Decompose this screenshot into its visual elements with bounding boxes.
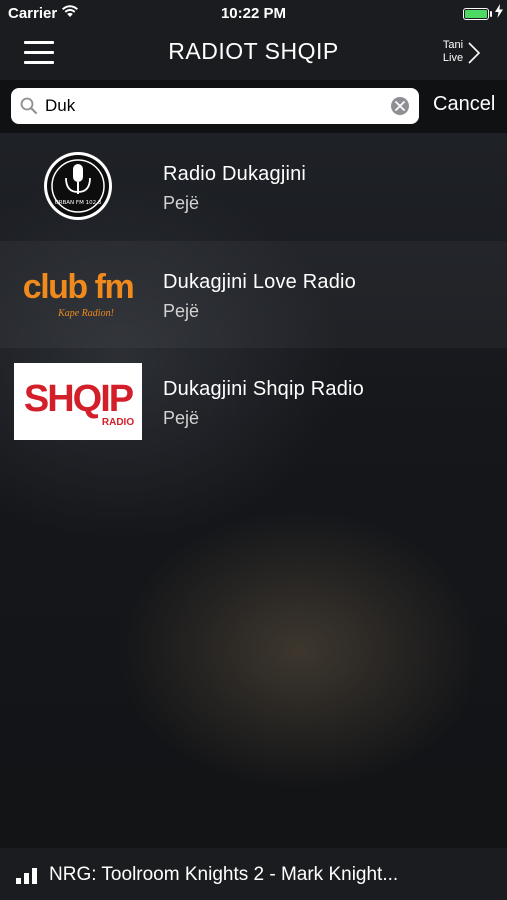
now-playing-text: NRG: Toolroom Knights 2 - Mark Knight... xyxy=(49,864,399,885)
charging-bolt-icon xyxy=(495,4,503,21)
station-row-dukagjini-love-radio[interactable]: club fm Kape Radion! Dukagjini Love Radi… xyxy=(0,240,507,348)
page-title: RADIOT SHQIP xyxy=(168,38,339,64)
station-city: Pejë xyxy=(163,300,200,321)
cancel-button[interactable]: Cancel xyxy=(433,93,495,116)
station-city: Pejë xyxy=(163,193,200,213)
live-label-line1: Tani xyxy=(442,39,464,51)
live-now-button[interactable]: Tani Live xyxy=(441,38,497,68)
station-city: Pejë xyxy=(163,408,200,428)
signal-bars-icon xyxy=(16,868,40,884)
search-input[interactable] xyxy=(45,88,385,124)
battery-icon xyxy=(463,8,489,20)
live-label-line2: Live xyxy=(442,52,464,64)
clock: 10:22 PM xyxy=(220,5,287,22)
station-row-radio-dukagjini[interactable]: URBAN FM 102.3 Radio Dukagjini Pejë xyxy=(0,133,507,241)
club-fm-logo-text: club fm xyxy=(23,268,134,306)
battery-cap xyxy=(490,11,492,17)
chevron-right-icon xyxy=(468,42,481,64)
status-bar: Carrier 10:22 PM xyxy=(0,0,507,28)
station-logo-shqip-radio: SHQIP RADIO xyxy=(14,363,142,440)
now-playing-bar[interactable]: NRG: Toolroom Knights 2 - Mark Knight... xyxy=(0,848,507,900)
shqip-logo-text: SHQIP xyxy=(24,378,134,420)
nav-bar: RADIOT SHQIP Tani Live xyxy=(0,28,507,80)
shqip-logo-subtext: RADIO xyxy=(102,417,134,428)
urban-fm-logo-text: URBAN FM 102.3 xyxy=(55,200,102,206)
station-row-dukagjini-shqip-radio[interactable]: SHQIP RADIO Dukagjini Shqip Radio Pejë xyxy=(0,348,507,456)
station-logo-urban-fm: URBAN FM 102.3 xyxy=(14,148,142,225)
search-icon xyxy=(20,97,38,120)
search-bar: Cancel xyxy=(0,80,507,133)
station-name: Dukagjini Love Radio xyxy=(163,270,357,293)
station-logo-club-fm: club fm Kape Radion! xyxy=(14,256,142,333)
station-list: URBAN FM 102.3 Radio Dukagjini Pejë club… xyxy=(0,133,507,456)
station-name: Radio Dukagjini xyxy=(163,163,307,185)
club-fm-logo-subtext: Kape Radion! xyxy=(57,308,114,319)
clear-search-icon[interactable] xyxy=(391,97,409,115)
search-field[interactable] xyxy=(11,88,419,124)
station-name: Dukagjini Shqip Radio xyxy=(163,378,364,400)
